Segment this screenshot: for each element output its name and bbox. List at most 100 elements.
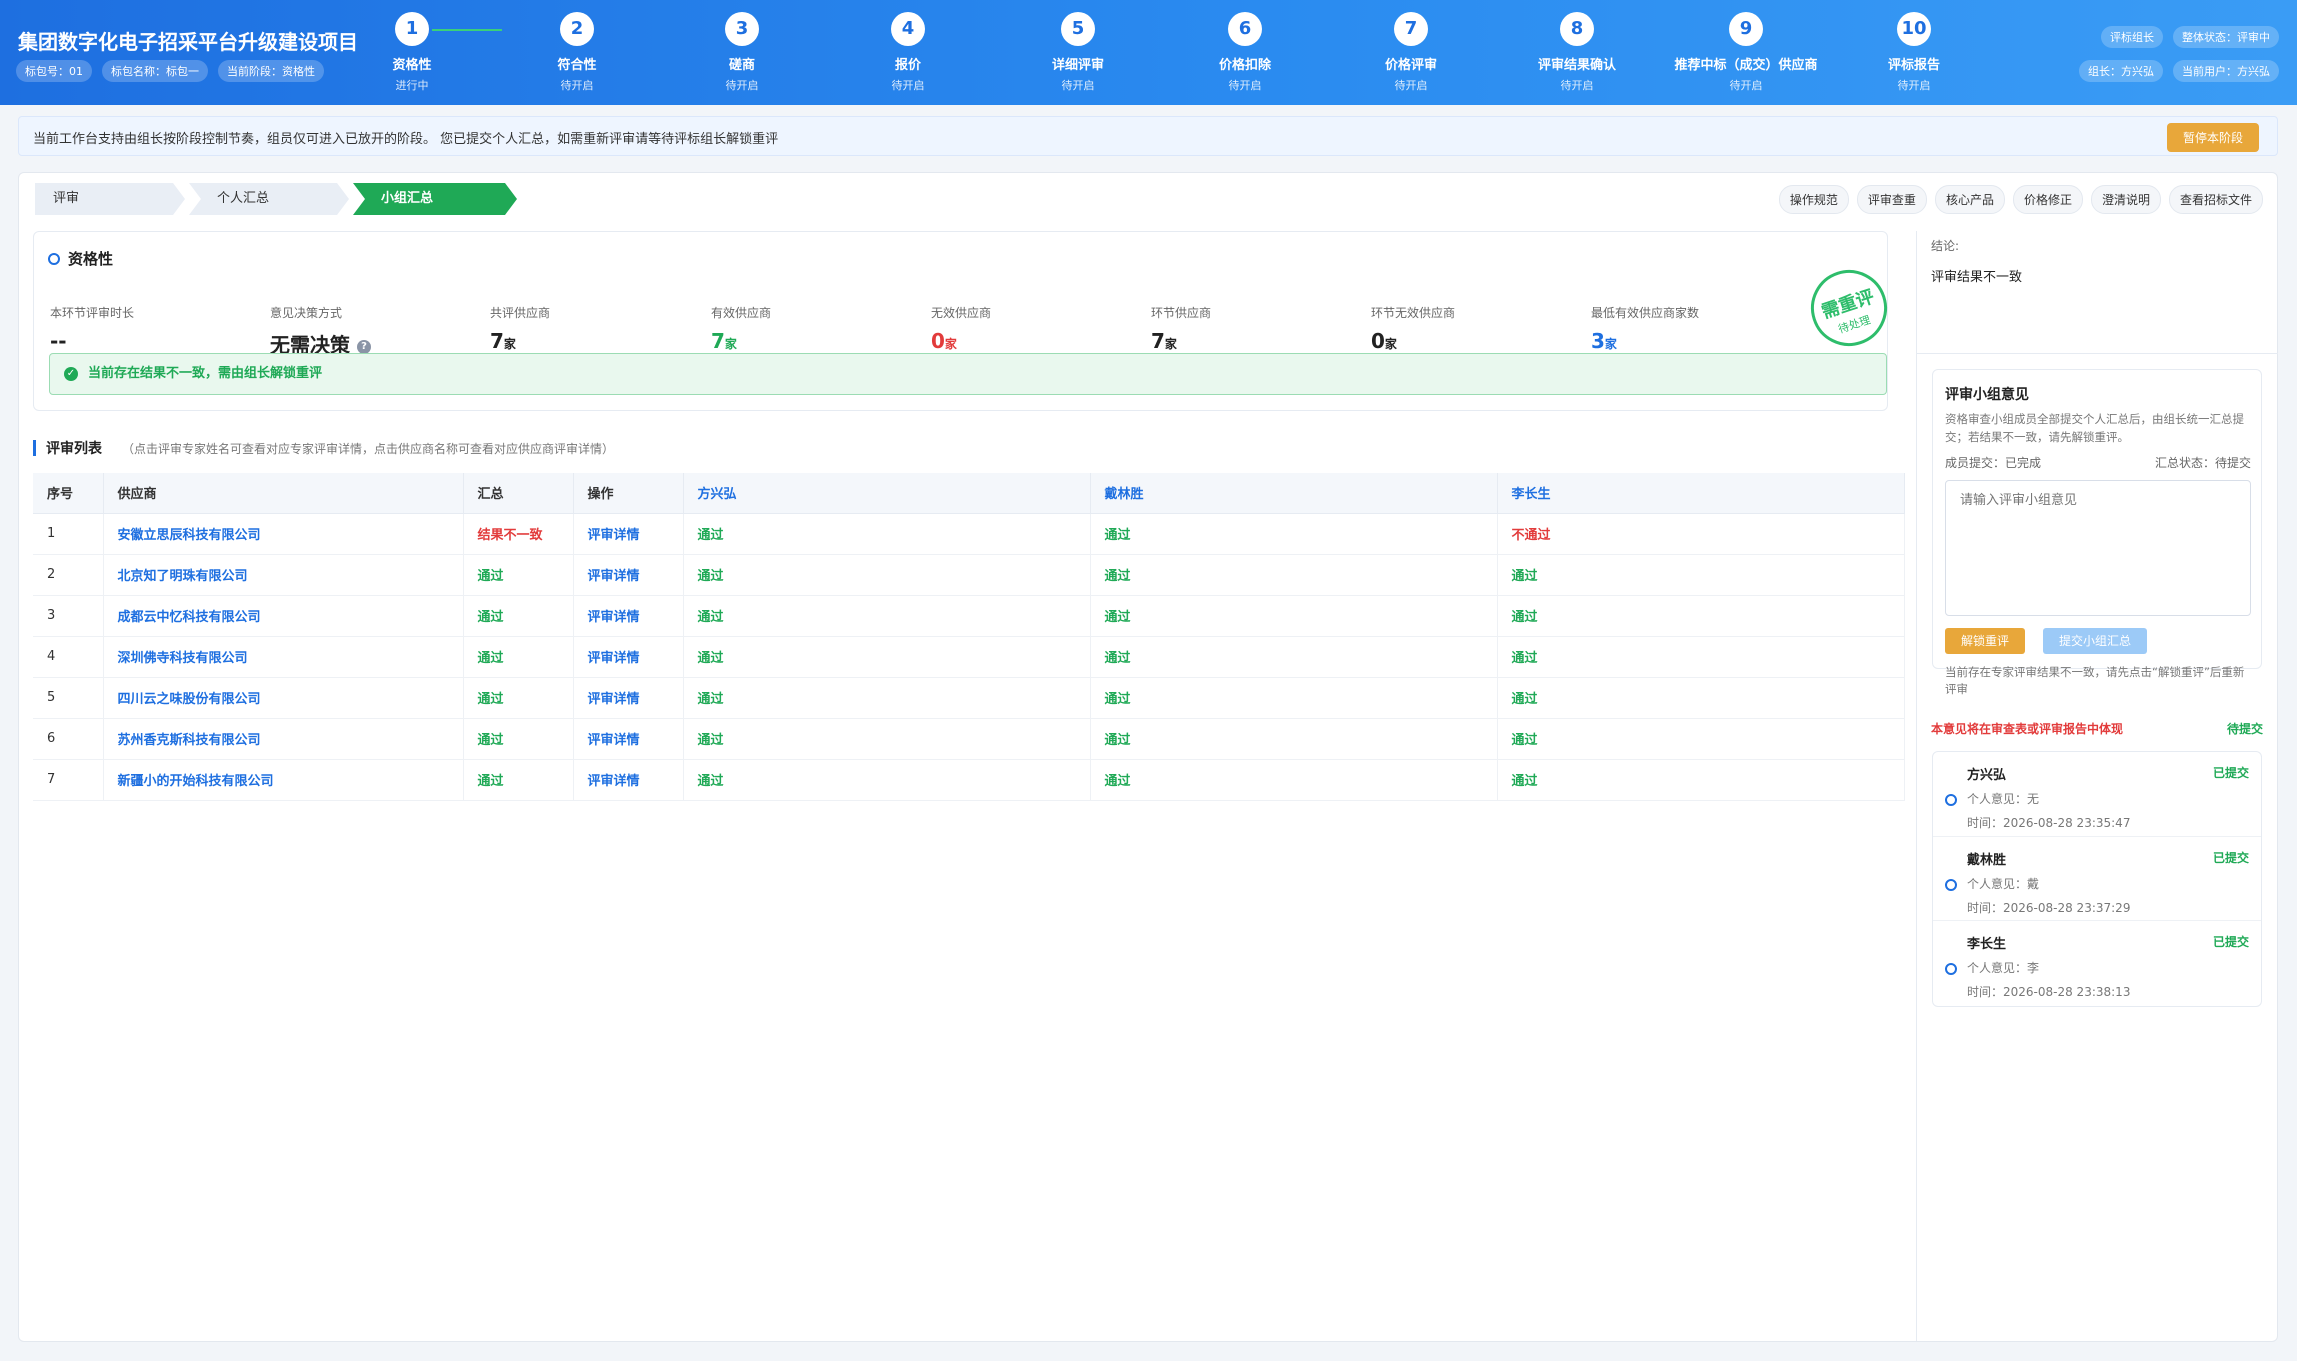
expert-result: 通过 xyxy=(1090,759,1498,801)
stat-label: 有效供应商 xyxy=(711,306,772,320)
review-list-header: 评审列表 （点击评审专家姓名可查看对应专家评审详情，点击供应商名称可查看对应供应… xyxy=(33,438,614,458)
expert-result: 通过 xyxy=(683,554,1091,596)
review-detail-link[interactable]: 评审详情 xyxy=(573,636,684,678)
expert-result: 通过 xyxy=(1497,554,1905,596)
operation-rules-button[interactable]: 操作规范 xyxy=(1778,185,1849,214)
summary-result: 通过 xyxy=(463,636,574,678)
member-opinion: 个人意见：李 xyxy=(1967,961,2040,975)
conclusion-label: 结论: xyxy=(1931,239,1960,253)
stat-label: 最低有效供应商家数 xyxy=(1591,306,1700,320)
side-separator xyxy=(1916,353,2278,354)
step-number: 3 xyxy=(725,12,759,46)
col-expert-dai[interactable]: 戴林胜 xyxy=(1090,473,1498,514)
stat-label: 无效供应商 xyxy=(931,306,992,320)
supplier-link[interactable]: 新疆小的开始科技有限公司 xyxy=(103,759,464,801)
col-expert-fang[interactable]: 方兴弘 xyxy=(683,473,1091,514)
timeline-dot-icon xyxy=(1945,794,1957,806)
duplicate-check-button[interactable]: 评审查重 xyxy=(1856,185,1927,214)
submission-status-row: 成员提交：已完成 汇总状态：待提交 xyxy=(1945,454,2251,471)
group-opinion-title: 评审小组意见 xyxy=(1945,387,2029,403)
group-opinion-panel: 评审小组意见 资格审查小组成员全部提交个人汇总后，由组长统一汇总提交；若结果不一… xyxy=(1932,369,2262,696)
expert-result: 通过 xyxy=(1497,718,1905,760)
review-detail-link[interactable]: 评审详情 xyxy=(573,677,684,719)
summary-result: 结果不一致 xyxy=(463,513,574,555)
group-opinion-input[interactable] xyxy=(1945,480,2251,616)
expert-result: 通过 xyxy=(1497,759,1905,801)
supplier-link[interactable]: 成都云中忆科技有限公司 xyxy=(103,595,464,637)
member-time: 时间：2026-08-28 23:38:13 xyxy=(1967,985,2131,999)
expert-result: 通过 xyxy=(1090,554,1498,596)
current-user-badge: 当前用户：方兴弘 xyxy=(2173,60,2279,82)
supplier-link[interactable]: 苏州香克斯科技有限公司 xyxy=(103,718,464,760)
stat-unit: 家 xyxy=(503,337,516,351)
submit-group-summary-button[interactable]: 提交小组汇总 xyxy=(2043,628,2147,654)
current-stage-tag: 当前阶段：资格性 xyxy=(218,60,324,82)
table-header-row: 序号 供应商 汇总 操作 方兴弘 戴林胜 李长生 xyxy=(33,473,1905,514)
stat-decision-mode: 意见决策方式 无需决策 ? xyxy=(270,304,371,358)
supplier-link[interactable]: 四川云之味股份有限公司 xyxy=(103,677,464,719)
price-correction-button[interactable]: 价格修正 xyxy=(2012,185,2083,214)
stat-invalid-suppliers: 无效供应商 0家 xyxy=(931,304,991,353)
summary-result: 通过 xyxy=(463,759,574,801)
summary-result: 通过 xyxy=(463,677,574,719)
summary-status: 汇总状态：待提交 xyxy=(2154,456,2251,470)
member-state: 已提交 xyxy=(2212,851,2249,865)
re-review-stamp: 需重评 待处理 xyxy=(1801,260,1897,356)
stat-label: 环节供应商 xyxy=(1151,306,1212,320)
summary-result: 通过 xyxy=(463,595,574,637)
view-tender-file-button[interactable]: 查看招标文件 xyxy=(2168,185,2263,214)
tab-review[interactable]: 评审 xyxy=(35,183,185,215)
review-detail-link[interactable]: 评审详情 xyxy=(573,595,684,637)
review-detail-link[interactable]: 评审详情 xyxy=(573,759,684,801)
stat-value: 0家 xyxy=(931,329,991,353)
expert-result: 通过 xyxy=(683,677,1091,719)
stat-value: 7家 xyxy=(711,329,771,353)
expert-result: 通过 xyxy=(1090,595,1498,637)
step-10[interactable]: 10 评标报告 待开启 xyxy=(1814,12,2014,93)
stat-unit: 家 xyxy=(1384,337,1397,351)
review-detail-link[interactable]: 评审详情 xyxy=(573,554,684,596)
stat-value: 3家 xyxy=(1591,329,1699,353)
user-info: 评标组长 整体状态：评审中 组长：方兴弘 当前用户：方兴弘 xyxy=(2079,26,2279,82)
unlock-rereview-button[interactable]: 解锁重评 xyxy=(1945,628,2025,654)
stat-unit: 家 xyxy=(1164,337,1177,351)
remark-row: 本意见将在审查表或评审报告中体现 待提交 xyxy=(1931,720,2263,737)
member-name: 方兴弘 xyxy=(1967,768,2007,783)
review-list-hint: （点击评审专家姓名可查看对应专家评审详情，点击供应商名称可查看对应供应商评审详情… xyxy=(122,441,615,456)
review-table: 序号 供应商 汇总 操作 方兴弘 戴林胜 李长生 1 安徽立思辰科技有限公司 结… xyxy=(33,473,1905,801)
expert-result: 通过 xyxy=(683,513,1091,555)
clarification-button[interactable]: 澄清说明 xyxy=(2090,185,2161,214)
step-number: 5 xyxy=(1061,12,1095,46)
review-detail-link[interactable]: 评审详情 xyxy=(573,718,684,760)
stat-min-valid-suppliers: 最低有效供应商家数 3家 xyxy=(1591,304,1699,353)
expert-result: 通过 xyxy=(1090,718,1498,760)
member-time: 时间：2026-08-28 23:37:29 xyxy=(1967,901,2131,915)
section-bar xyxy=(33,440,36,456)
stat-number: 7 xyxy=(1151,329,1165,353)
check-circle-icon: ✓ xyxy=(64,366,78,381)
col-action: 操作 xyxy=(573,473,684,514)
core-product-button[interactable]: 核心产品 xyxy=(1934,185,2005,214)
pause-stage-button[interactable]: 暂停本阶段 xyxy=(2166,123,2259,152)
supplier-link[interactable]: 安徽立思辰科技有限公司 xyxy=(103,513,464,555)
expert-result: 通过 xyxy=(683,595,1091,637)
project-title: 集团数字化电子招采平台升级建设项目 xyxy=(18,30,358,54)
member-state: 已提交 xyxy=(2212,766,2249,780)
col-expert-li[interactable]: 李长生 xyxy=(1497,473,1905,514)
summary-title-text: 资格性 xyxy=(68,250,114,268)
member-time: 时间：2026-08-28 23:35:47 xyxy=(1967,816,2131,830)
supplier-link[interactable]: 深圳佛寺科技有限公司 xyxy=(103,636,464,678)
row-index: 5 xyxy=(33,677,104,719)
tab-group-summary[interactable]: 小组汇总 xyxy=(353,183,517,215)
row-index: 1 xyxy=(33,513,104,555)
review-detail-link[interactable]: 评审详情 xyxy=(573,513,684,555)
alert-text: 当前存在结果不一致，需由组长解锁重评 xyxy=(88,366,323,381)
row-index: 4 xyxy=(33,636,104,678)
stat-number: 3 xyxy=(1591,329,1605,353)
stat-label: 意见决策方式 xyxy=(270,306,343,320)
help-icon[interactable]: ? xyxy=(356,339,371,354)
row-index: 7 xyxy=(33,759,104,801)
supplier-link[interactable]: 北京知了明珠有限公司 xyxy=(103,554,464,596)
review-list-title: 评审列表 xyxy=(46,441,102,457)
tab-personal-summary[interactable]: 个人汇总 xyxy=(189,183,349,215)
